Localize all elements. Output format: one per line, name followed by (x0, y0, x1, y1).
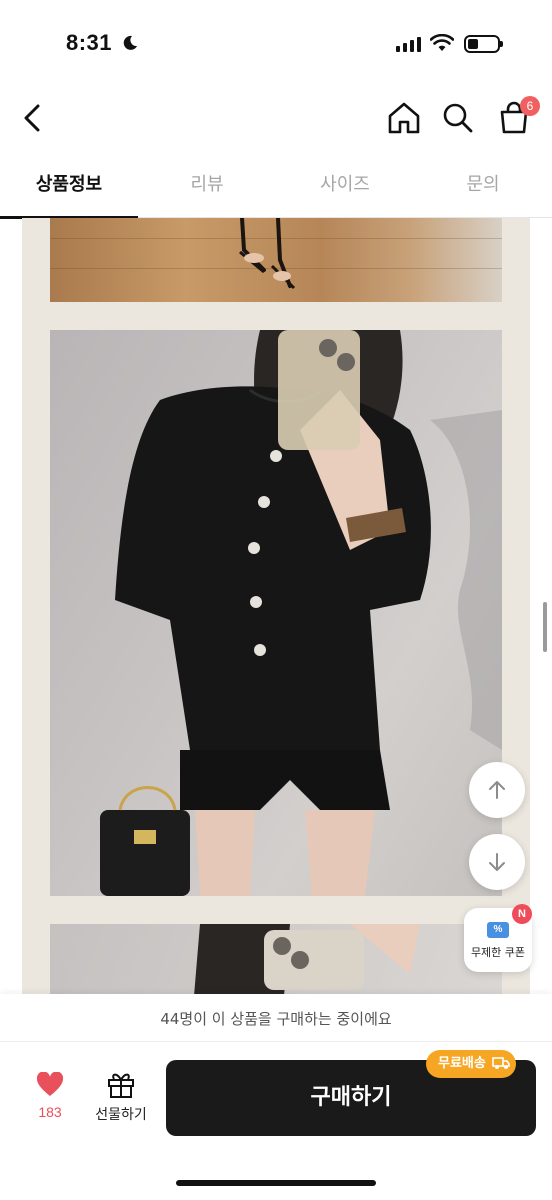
gift-label: 선물하기 (95, 1107, 147, 1123)
scrollbar[interactable] (543, 602, 547, 652)
buyers-now-text: 44명이 이 상품을 구매하는 중이에요 (0, 994, 552, 1042)
tab-inquiry[interactable]: 문의 (414, 160, 552, 217)
battery-icon (464, 35, 503, 53)
back-arrow-icon[interactable] (18, 98, 48, 138)
cart-count-badge: 6 (520, 96, 540, 116)
scroll-down-button[interactable] (469, 834, 525, 890)
coupon-new-badge: N (512, 904, 532, 924)
search-icon[interactable] (438, 98, 478, 138)
tab-product-info[interactable]: 상품정보 (0, 160, 138, 219)
tab-size[interactable]: 사이즈 (276, 160, 414, 217)
coupon-label: 무제한 쿠폰 (470, 946, 526, 959)
wifi-icon (430, 34, 454, 51)
gift-icon (108, 1073, 134, 1098)
free-shipping-label: 무료배송 (438, 1056, 486, 1071)
purchase-bar: 44명이 이 상품을 구매하는 중이에요 183 선물하기 구매하기 무료배송 (0, 994, 552, 1200)
truck-icon (492, 1057, 510, 1069)
product-detail-images (22, 218, 530, 998)
status-bar: 8:31 (0, 0, 552, 90)
tab-reviews[interactable]: 리뷰 (138, 160, 276, 217)
status-time: 8:31 (66, 30, 113, 55)
free-shipping-badge: 무료배송 (426, 1050, 516, 1078)
like-button[interactable]: 183 (22, 1071, 78, 1120)
like-count: 183 (38, 1104, 62, 1120)
home-indicator[interactable] (176, 1180, 376, 1186)
gift-button[interactable]: 선물하기 (88, 1070, 154, 1124)
product-tabs: 상품정보 리뷰 사이즈 문의 (0, 160, 552, 219)
arrow-up-icon (489, 781, 505, 799)
product-photo-black-blouse (50, 330, 502, 896)
product-photo-floor (50, 218, 502, 302)
scroll-up-button[interactable] (469, 762, 525, 818)
heart-icon (36, 1071, 64, 1096)
top-nav (0, 92, 552, 148)
moon-icon (123, 35, 137, 50)
home-icon[interactable] (384, 98, 424, 138)
cellular-signal-icon (396, 36, 421, 52)
coupon-ticket-icon: % (487, 922, 509, 938)
arrow-down-icon (489, 853, 505, 871)
product-photo-next (50, 924, 502, 998)
